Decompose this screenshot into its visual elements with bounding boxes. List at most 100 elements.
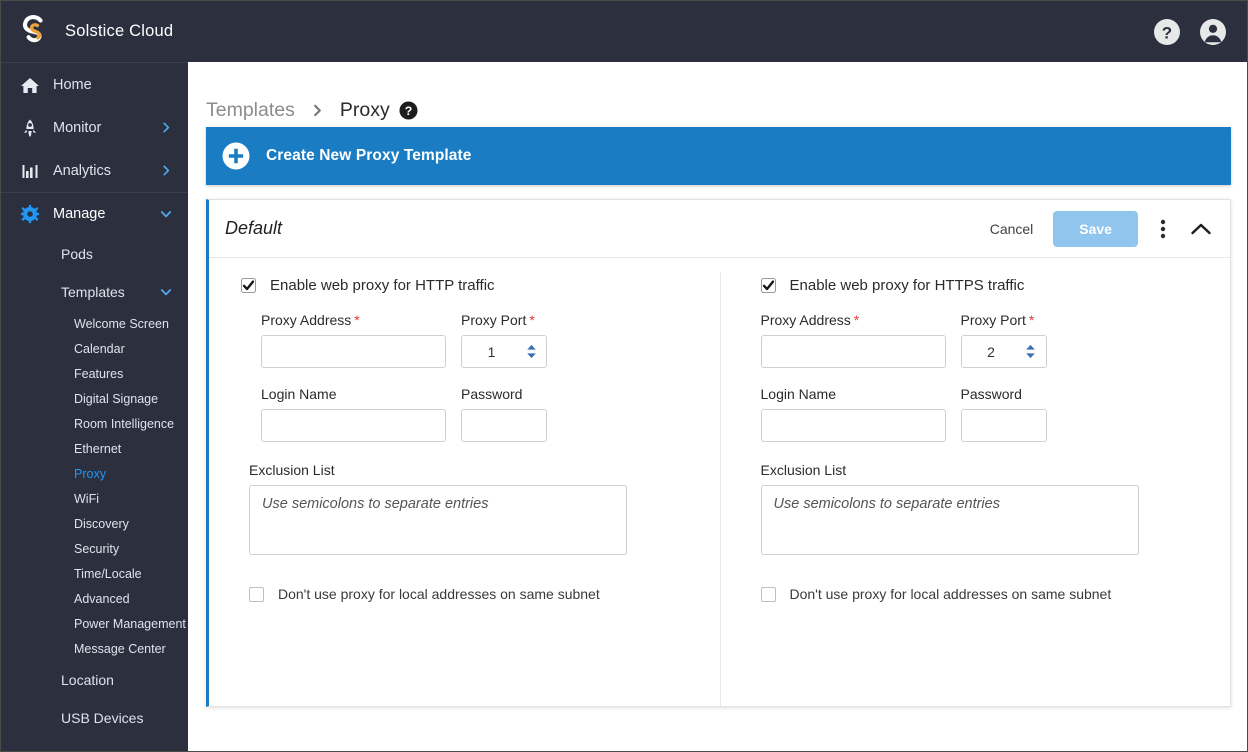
sidebar-item-label: Monitor: [53, 119, 102, 136]
create-new-proxy-template-button[interactable]: Create New Proxy Template: [206, 127, 1231, 185]
chevron-down-icon: [158, 286, 174, 298]
template-title: Default: [225, 218, 283, 238]
sidebar-leaf-label: Digital Signage: [74, 391, 159, 406]
sidebar-item-room-intelligence[interactable]: Room Intelligence: [1, 411, 188, 436]
enable-http-proxy-row[interactable]: Enable web proxy for HTTP traffic: [241, 272, 694, 298]
sidebar-primary-nav: Home Monitor Analytics Manage Pods Templ…: [1, 62, 188, 737]
enable-http-proxy-label: Enable web proxy for HTTP traffic: [270, 276, 495, 294]
save-button[interactable]: Save: [1053, 210, 1138, 247]
solstice-s-logo-icon: [17, 13, 51, 51]
sidebar-item-welcome-screen[interactable]: Welcome Screen: [1, 311, 188, 336]
required-marker: *: [853, 312, 860, 328]
sidebar-item-home[interactable]: Home: [1, 63, 188, 106]
sidebar-item-monitor[interactable]: Monitor: [1, 106, 188, 149]
http-login-name-label: Login Name: [261, 386, 337, 402]
sidebar-item-discovery[interactable]: Discovery: [1, 511, 188, 536]
https-password-input[interactable]: [960, 409, 1047, 442]
sidebar-item-location[interactable]: Location: [1, 661, 188, 699]
sidebar-item-time-locale[interactable]: Time/Locale: [1, 561, 188, 586]
breadcrumb-parent-templates[interactable]: Templates: [206, 99, 295, 122]
https-fields: Proxy Address * Proxy Port * 2 Login Nam…: [760, 298, 1205, 442]
column-gap: [946, 312, 961, 368]
sidebar-item-wifi[interactable]: WiFi: [1, 486, 188, 511]
http-exclusion-textarea[interactable]: [249, 485, 627, 555]
enable-http-proxy-checkbox[interactable]: [241, 277, 256, 293]
sidebar-item-templates[interactable]: Templates: [1, 273, 188, 311]
brand-name: Solstice Cloud: [65, 22, 174, 40]
https-exclusion-group: Exclusion List: [760, 442, 1205, 560]
more-vertical-icon[interactable]: [1160, 218, 1166, 240]
https-login-name-input[interactable]: [760, 409, 946, 442]
https-proxy-address-group: Proxy Address *: [760, 312, 946, 368]
sidebar-item-manage[interactable]: Manage: [1, 192, 188, 235]
breadcrumb-current-proxy: Proxy: [339, 98, 390, 121]
http-login-password-row: Login Name Password: [261, 386, 694, 442]
sidebar-item-pods[interactable]: Pods: [1, 235, 188, 273]
https-exclusion-textarea[interactable]: [760, 485, 1139, 555]
sidebar-item-advanced[interactable]: Advanced: [1, 586, 188, 611]
http-proxy-address-input[interactable]: [261, 335, 446, 368]
https-exclusion-label: Exclusion List: [760, 462, 847, 478]
stepper-arrows-icon[interactable]: [521, 344, 541, 359]
row-gap: [261, 368, 694, 386]
sidebar-subitem-label: Location: [61, 672, 114, 688]
sidebar-item-proxy[interactable]: Proxy: [1, 461, 188, 486]
label-text: Proxy Address: [760, 312, 851, 328]
required-marker: *: [1028, 312, 1035, 328]
https-address-port-row: Proxy Address * Proxy Port * 2: [760, 312, 1205, 368]
http-proxy-port-stepper[interactable]: 1: [461, 335, 547, 368]
plus-circle-icon: [222, 142, 250, 170]
sidebar-item-usb-devices[interactable]: USB Devices: [1, 699, 188, 737]
https-proxy-port-stepper[interactable]: 2: [960, 335, 1047, 368]
sidebar-item-ethernet[interactable]: Ethernet: [1, 436, 188, 461]
sidebar-item-message-center[interactable]: Message Center: [1, 636, 188, 661]
http-login-name-input[interactable]: [261, 409, 446, 442]
enable-https-proxy-checkbox[interactable]: [760, 277, 776, 293]
sidebar-leaf-label: Time/Locale: [74, 566, 142, 581]
stepper-arrows-icon[interactable]: [1021, 344, 1041, 359]
sidebar-item-analytics[interactable]: Analytics: [1, 149, 188, 192]
chevron-up-icon[interactable]: [1190, 222, 1212, 236]
https-proxy-port-group: Proxy Port * 2: [960, 312, 1047, 368]
https-subnet-checkbox[interactable]: [760, 586, 776, 602]
home-icon: [19, 75, 41, 95]
help-question-icon[interactable]: ?: [399, 100, 418, 120]
sidebar-item-power-management[interactable]: Power Management: [1, 611, 188, 636]
http-subnet-row[interactable]: Don't use proxy for local addresses on s…: [241, 586, 694, 602]
http-password-input[interactable]: [461, 409, 547, 442]
sidebar-leaf-label: Security: [74, 541, 120, 556]
http-address-port-row: Proxy Address * Proxy Port * 1: [261, 312, 694, 368]
sidebar-item-features[interactable]: Features: [1, 361, 188, 386]
sidebar-item-calendar[interactable]: Calendar: [1, 336, 188, 361]
breadcrumb: Templates Proxy ?: [188, 62, 1247, 126]
brand-logo-group[interactable]: Solstice Cloud: [17, 13, 173, 51]
http-exclusion-group: Exclusion List: [241, 442, 694, 560]
gear-icon: [19, 204, 41, 224]
http-proxy-address-group: Proxy Address *: [261, 312, 446, 368]
https-proxy-address-input[interactable]: [760, 335, 946, 368]
user-account-icon[interactable]: [1199, 18, 1227, 46]
sidebar-item-label: Analytics: [53, 162, 112, 179]
sidebar-item-security[interactable]: Security: [1, 536, 188, 561]
enable-https-proxy-row[interactable]: Enable web proxy for HTTPS traffic: [760, 272, 1205, 298]
sidebar: Home Monitor Analytics Manage Pods Templ…: [1, 62, 188, 751]
https-proxy-address-label: Proxy Address *: [761, 312, 946, 328]
sidebar-leaf-label: Ethernet: [74, 441, 122, 456]
http-password-label: Password: [461, 386, 523, 402]
http-proxy-address-label: Proxy Address *: [261, 312, 446, 328]
sidebar-leaf-label: Message Center: [74, 641, 166, 656]
svg-text:?: ?: [1162, 23, 1172, 42]
https-password-group: Password: [960, 386, 1047, 442]
column-gap: [446, 386, 461, 442]
sidebar-leaf-label: Welcome Screen: [74, 316, 169, 331]
http-proxy-port-label: Proxy Port *: [461, 312, 547, 328]
question-circle-icon[interactable]: ?: [1153, 18, 1181, 46]
http-subnet-checkbox[interactable]: [249, 586, 264, 602]
https-proxy-port-value: 2: [987, 343, 995, 360]
sidebar-item-digital-signage[interactable]: Digital Signage: [1, 386, 188, 411]
https-subnet-row[interactable]: Don't use proxy for local addresses on s…: [760, 586, 1205, 602]
https-login-password-row: Login Name Password: [760, 386, 1205, 442]
http-exclusion-label: Exclusion List: [249, 462, 335, 478]
label-text: Proxy Port: [960, 312, 1026, 328]
cancel-button[interactable]: Cancel: [980, 215, 1044, 243]
